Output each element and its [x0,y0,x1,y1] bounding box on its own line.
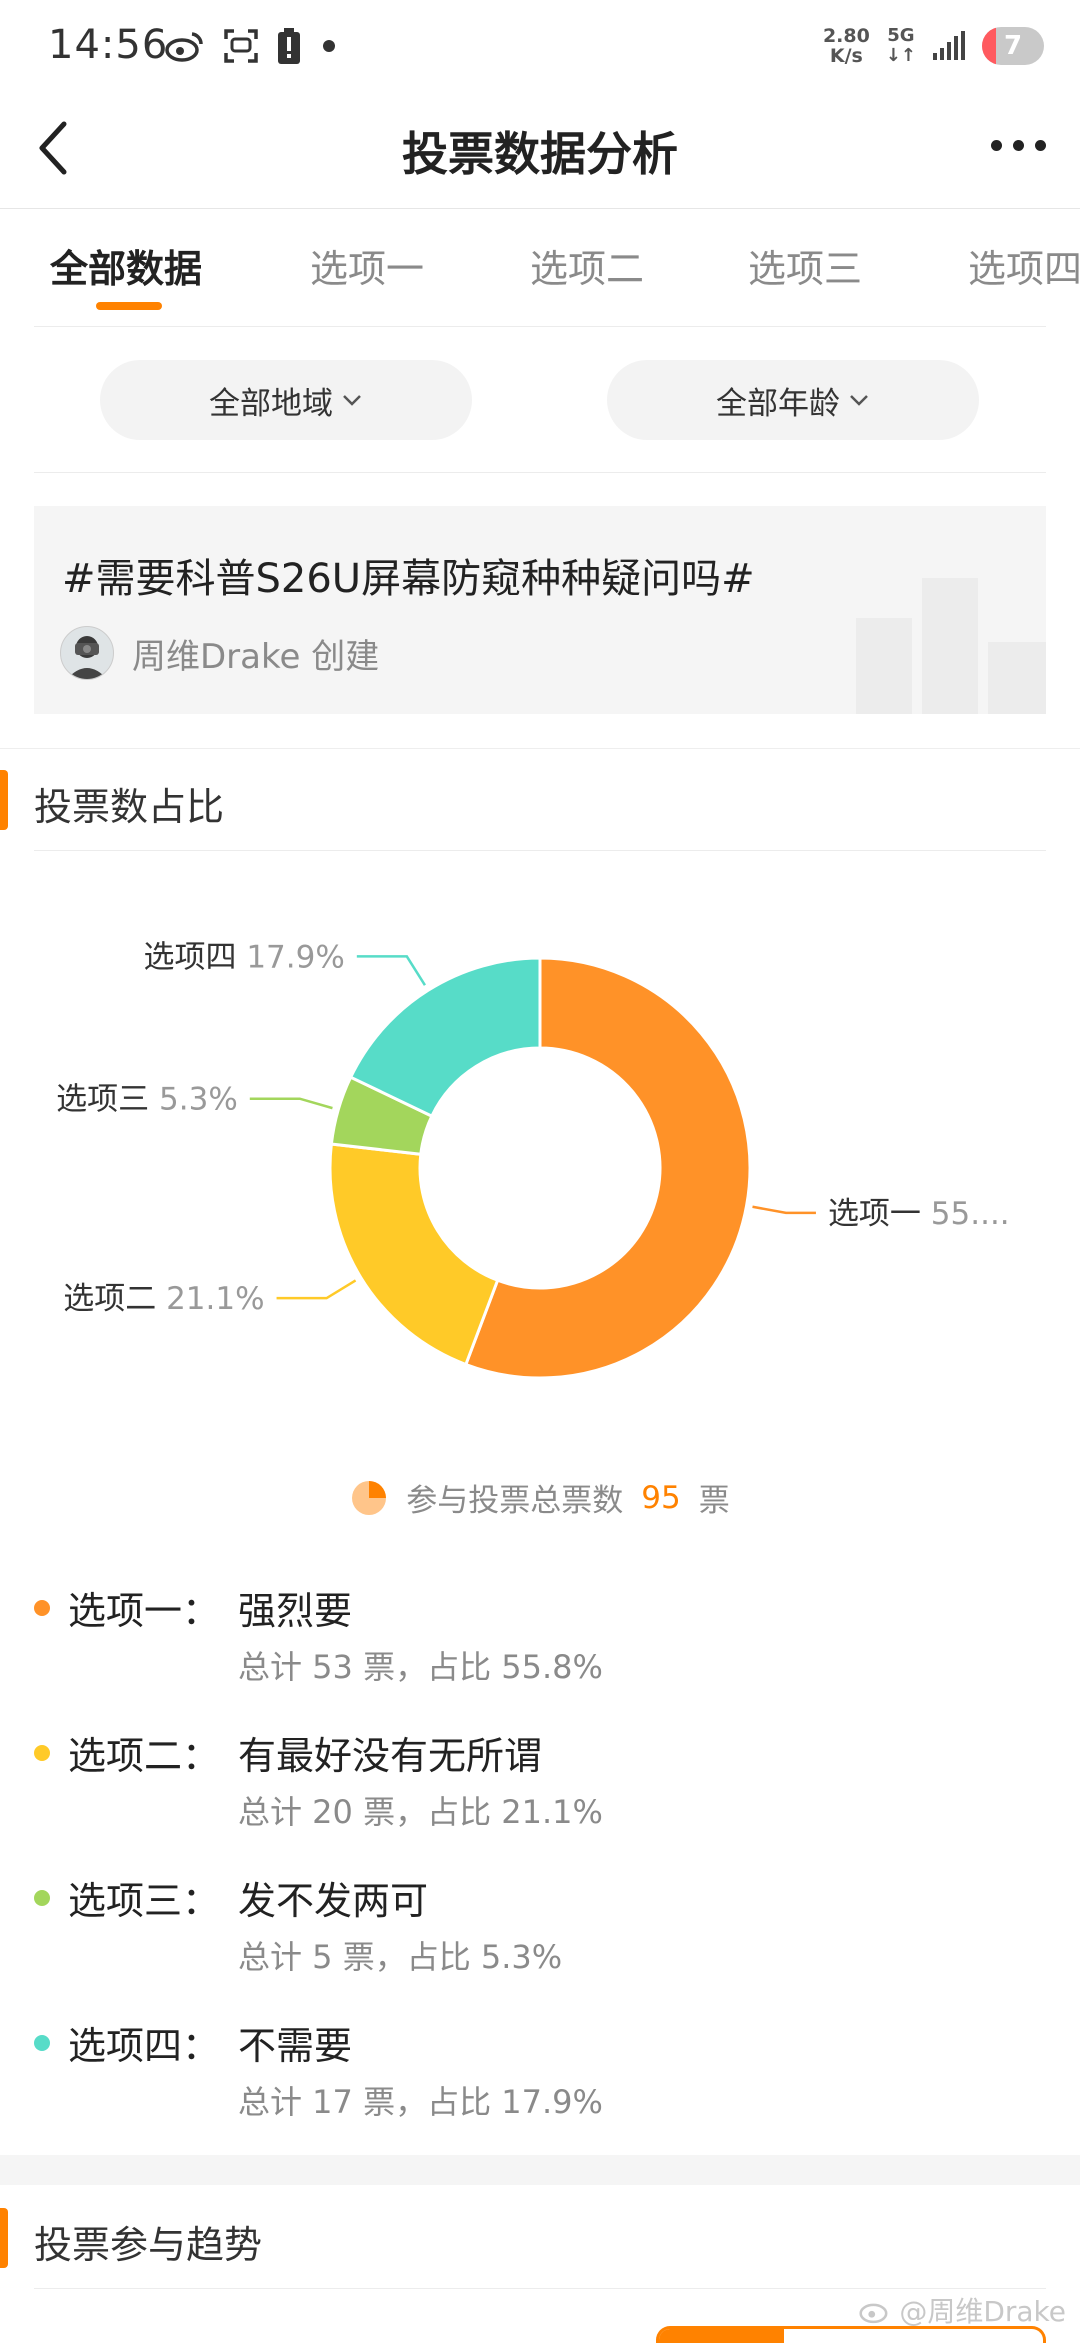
total-votes-suffix: 票 [698,1483,730,1519]
section-title-trend: 投票参与趋势 [34,2223,263,2267]
data-arrows-icon: ↓↑ [885,45,916,66]
signal-icon [933,31,965,60]
topic-card[interactable]: #需要科普S26U屏幕防窥种种疑问吗# 周维Drake 创建 [34,506,1046,714]
age-filter-label: 全部年龄 [716,385,840,422]
leader-line-4 [356,955,426,986]
option-label: 选项二： [68,1734,221,1778]
tab-all-data[interactable]: 全部数据 [50,238,202,293]
tab-option-3[interactable]: 选项三 [748,238,862,293]
weibo-icon [859,2303,888,2324]
slice-label-4: 选项四 17.9% [143,939,344,975]
tab-bar: 全部数据 选项一 选项二 选项三 选项四 [0,238,1080,298]
option-color-dot [34,1890,50,1906]
tab-option-4[interactable]: 选项四 [968,238,1080,293]
section-title-divider [34,850,1046,851]
option-color-dot [34,1600,50,1616]
section-spacer [0,2155,1080,2185]
option-text: 不需要 [238,2024,353,2068]
status-right: 2.80 K/s 5G ↓↑ 7 [823,26,1044,66]
decorative-bar [922,578,978,714]
slice-label-2: 选项二 21.1% [63,1281,264,1317]
active-tab-indicator [96,302,162,310]
watermark: @周维Drake [859,2290,1066,2330]
status-time: 14:56 [48,22,169,68]
dot-icon [323,40,335,52]
section-title-share: 投票数占比 [34,785,225,829]
more-dot [1035,140,1046,151]
tab-option-2[interactable]: 选项二 [530,238,644,293]
option-label: 选项四： [68,2024,221,2068]
net-speed-unit: K/s [829,45,863,67]
more-button[interactable] [991,140,1046,151]
option-color-dot [34,2035,50,2051]
option-detail: 总计 20 票，占比 21.1% [238,1793,603,1831]
option-text: 强烈要 [238,1589,353,1633]
option-label: 选项三： [68,1879,221,1923]
more-dot [1013,140,1024,151]
page-title: 投票数据分析 [402,127,678,181]
option-text: 发不发两可 [238,1879,429,1923]
trend-toggle[interactable] [656,2326,1046,2343]
section-accent [0,2208,8,2268]
list-item: 选项四： 不需要 总计 17 票，占比 17.9% [34,2015,1034,2145]
battery-indicator: 7 [982,27,1044,65]
total-votes-prefix: 参与投票总票数 [406,1483,624,1519]
chevron-down-icon [343,395,361,406]
slice-label-3: 选项三 5.3% [56,1082,238,1118]
option-color-dot [34,1745,50,1761]
battery-level: 7 [1003,31,1023,61]
weibo-icon [165,32,203,62]
vote-share-donut-chart: 选项一 55.... 选项二 21.1% 选项三 5.3% 选项四 17.9% [56,939,1010,1380]
net-speed: 2.80 K/s [823,26,870,66]
network-type-label: 5G [887,25,915,46]
chevron-down-icon [850,395,868,406]
watermark-text: @周维Drake [899,2295,1066,2328]
status-icons [165,28,339,64]
region-filter-label: 全部地域 [209,385,333,422]
leader-line-1 [752,1205,816,1215]
option-detail: 总计 17 票，占比 17.9% [238,2083,603,2121]
creator-label: 周维Drake 创建 [132,636,380,677]
tab-option-1[interactable]: 选项一 [310,238,424,293]
total-votes-count: 95 [641,1479,681,1516]
donut-slice-4[interactable] [348,956,542,1119]
filter-divider [34,472,1046,473]
topic-creator[interactable]: 周维Drake 创建 [60,626,379,680]
pie-chart-icon [352,1480,387,1515]
option-detail: 总计 5 票，占比 5.3% [238,1938,563,1976]
section-title-divider [34,2288,1046,2289]
leader-line-3 [249,1097,333,1110]
donut-slice-2[interactable] [328,1142,500,1367]
age-filter[interactable]: 全部年龄 [607,360,979,440]
section-divider [0,748,1080,749]
topic-title[interactable]: #需要科普S26U屏幕防窥种种疑问吗# [62,546,755,604]
scan-icon [224,29,258,63]
header-divider [0,208,1080,209]
list-item: 选项二： 有最好没有无所谓 总计 20 票，占比 21.1% [34,1725,1034,1855]
tabs-divider [34,326,1046,327]
region-filter[interactable]: 全部地域 [100,360,472,440]
list-item: 选项三： 发不发两可 总计 5 票，占比 5.3% [34,1870,1034,2000]
total-votes: 参与投票总票数 95 票 [0,1475,1080,1520]
more-dot [991,140,1002,151]
decorative-bar [988,642,1046,714]
decorative-bar [856,618,912,714]
net-speed-value: 2.80 [822,25,870,47]
list-item: 选项一： 强烈要 总计 53 票，占比 55.8% [34,1580,1034,1710]
option-text: 有最好没有无所谓 [238,1734,543,1778]
leader-line-2 [276,1279,357,1300]
option-label: 选项一： [68,1589,221,1633]
option-detail: 总计 53 票，占比 55.8% [238,1648,603,1686]
network-type: 5G ↓↑ [886,26,916,66]
avatar [60,626,114,680]
slice-label-1: 选项一 55.... [828,1196,1010,1232]
battery-alert-icon [278,28,300,64]
section-accent [0,770,8,830]
